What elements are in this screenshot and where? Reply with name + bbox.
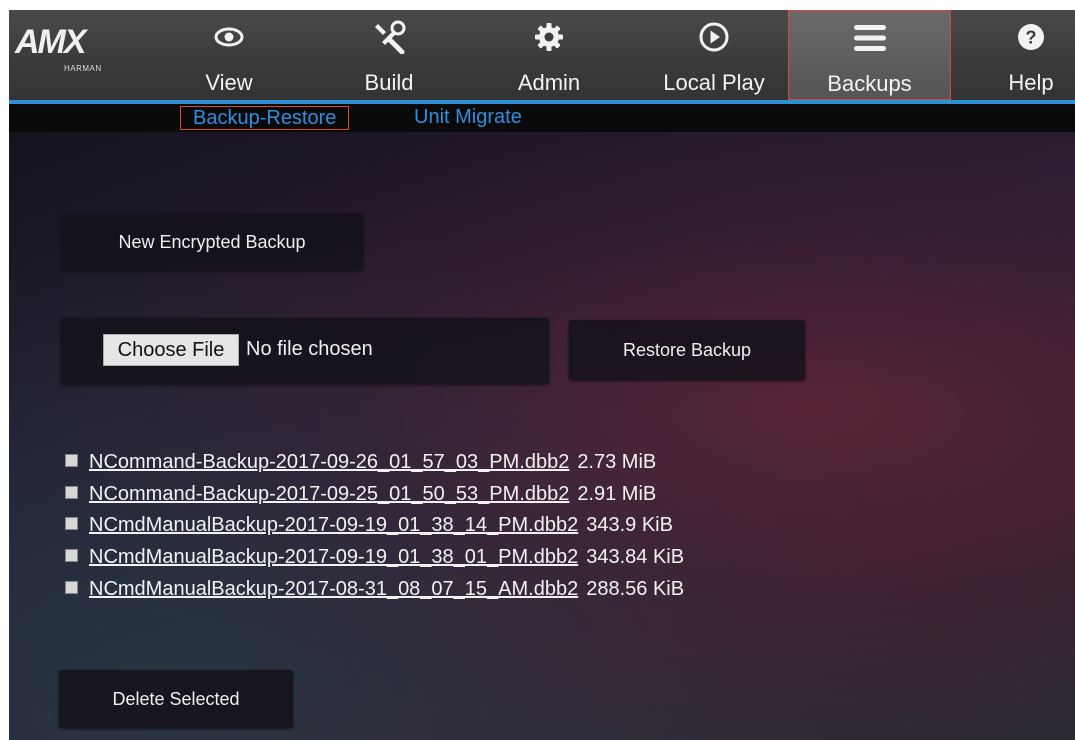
sub-nav: Backup-Restore Unit Migrate <box>9 104 1075 132</box>
nav-local-play-label: Local Play <box>663 70 765 95</box>
top-nav: AMX HARMAN View Build Admin Local Play B… <box>9 10 1075 100</box>
file-status: No file chosen <box>246 338 373 360</box>
nav-build-label: Build <box>364 70 414 95</box>
backup-file-link[interactable]: NCmdManualBackup-2017-08-31_08_07_15_AM.… <box>89 578 578 601</box>
logo: AMX HARMAN <box>9 10 154 100</box>
menu-icon <box>852 21 888 55</box>
svg-text:?: ? <box>1026 28 1037 48</box>
file-upload-panel: Choose File No file chosen <box>61 318 549 384</box>
wrench-icon <box>372 20 406 54</box>
backup-checkbox[interactable] <box>65 548 78 562</box>
logo-subtext: HARMAN <box>64 64 102 73</box>
tab-unit-migrate[interactable]: Unit Migrate <box>402 106 534 130</box>
backup-file-link[interactable]: NCommand-Backup-2017-09-25_01_50_53_PM.d… <box>89 483 569 506</box>
backup-file-link[interactable]: NCmdManualBackup-2017-09-19_01_38_01_PM.… <box>89 546 578 569</box>
nav-view-label: View <box>205 70 253 95</box>
backup-row: NCommand-Backup-2017-09-25_01_50_53_PM.d… <box>65 481 656 507</box>
app-frame: AMX HARMAN View Build Admin Local Play B… <box>9 10 1075 740</box>
nav-help-label: Help <box>1008 70 1054 95</box>
nav-view[interactable]: View <box>169 10 289 100</box>
eye-icon <box>214 20 244 54</box>
backup-file-link[interactable]: NCmdManualBackup-2017-09-19_01_38_14_PM.… <box>89 514 578 537</box>
nav-backups-label: Backups <box>827 71 912 96</box>
backup-row: NCmdManualBackup-2017-08-31_08_07_15_AM.… <box>65 576 684 602</box>
backup-file-size: 288.56 KiB <box>586 577 685 600</box>
backup-row: NCmdManualBackup-2017-09-19_01_38_01_PM.… <box>65 544 684 570</box>
nav-help[interactable]: ? Help <box>987 10 1075 100</box>
backup-file-link[interactable]: NCommand-Backup-2017-09-26_01_57_03_PM.d… <box>89 451 569 474</box>
gear-icon <box>534 20 564 54</box>
backup-file-size: 343.9 KiB <box>586 513 673 536</box>
backup-checkbox[interactable] <box>65 453 78 467</box>
logo-text: AMX <box>15 23 87 61</box>
backup-row: NCommand-Backup-2017-09-26_01_57_03_PM.d… <box>65 449 656 475</box>
nav-build[interactable]: Build <box>329 10 449 100</box>
main-content: New Encrypted Backup Choose File No file… <box>9 132 1075 740</box>
backup-row: NCmdManualBackup-2017-09-19_01_38_14_PM.… <box>65 512 673 538</box>
nav-backups[interactable]: Backups <box>788 10 951 100</box>
backup-file-size: 2.91 MiB <box>577 482 657 505</box>
backup-file-size: 343.84 KiB <box>586 545 685 568</box>
tab-backup-restore[interactable]: Backup-Restore <box>180 106 350 130</box>
nav-local-play[interactable]: Local Play <box>639 10 789 100</box>
backup-checkbox[interactable] <box>65 516 78 530</box>
backup-checkbox[interactable] <box>65 580 78 594</box>
help-icon: ? <box>1016 20 1046 54</box>
new-encrypted-backup-button[interactable]: New Encrypted Backup <box>61 214 363 270</box>
play-icon <box>698 20 730 54</box>
choose-file-button[interactable]: Choose File <box>103 334 239 366</box>
delete-selected-button[interactable]: Delete Selected <box>59 670 293 728</box>
restore-backup-button[interactable]: Restore Backup <box>569 320 805 380</box>
backup-file-size: 2.73 MiB <box>577 450 657 473</box>
nav-admin[interactable]: Admin <box>489 10 609 100</box>
backup-checkbox[interactable] <box>65 485 78 499</box>
nav-admin-label: Admin <box>517 70 581 95</box>
